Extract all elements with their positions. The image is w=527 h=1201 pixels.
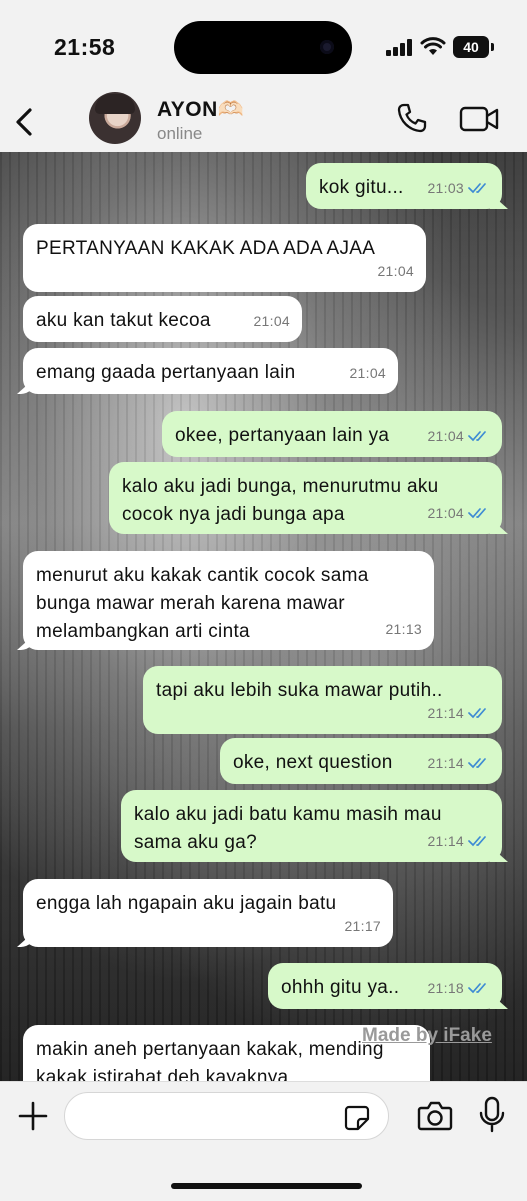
message-time: 21:17: [344, 918, 381, 934]
message-text: aku kan takut kecoa: [36, 310, 211, 331]
read-ticks-icon: [468, 708, 486, 719]
plus-icon[interactable]: [18, 1101, 48, 1131]
wifi-icon: [420, 37, 446, 55]
message-text: oke, next question: [233, 752, 393, 773]
message-time: 21:04: [253, 313, 290, 329]
message-text: kalo aku jadi batu kamu masih mau sama a…: [134, 804, 442, 853]
message-input[interactable]: [64, 1092, 389, 1140]
read-ticks-icon: [468, 431, 486, 442]
message-text: makin aneh pertanyaan kakak, mending kak…: [36, 1039, 384, 1081]
sticker-icon[interactable]: [343, 1104, 371, 1132]
battery-icon: 40: [453, 36, 494, 58]
contact-name[interactable]: AYON🫶🏻: [157, 98, 244, 122]
message-text: okee, pertanyaan lain ya: [175, 425, 390, 446]
message-bubble[interactable]: emang gaada pertanyaan lain 21:04: [23, 348, 398, 394]
home-indicator: [171, 1183, 362, 1189]
message-bubble[interactable]: kalo aku jadi batu kamu masih mau sama a…: [121, 790, 502, 862]
message-text: tapi aku lebih suka mawar putih..: [156, 680, 443, 701]
message-time: 21:18: [427, 980, 464, 996]
input-bar: [0, 1081, 527, 1201]
message-text: kok gitu...: [319, 177, 404, 198]
phone-icon[interactable]: [396, 102, 428, 134]
message-bubble[interactable]: kalo aku jadi bunga, menurutmu aku cocok…: [109, 462, 502, 534]
back-arrow-icon[interactable]: [12, 102, 36, 142]
chat-area[interactable]: kok gitu... 21:03 PERTANYAAN KAKAK ADA A…: [0, 152, 527, 1081]
message-text: engga lah ngapain aku jagain batu: [36, 893, 337, 914]
message-time: 21:04: [427, 505, 464, 521]
message-time: 21:14: [427, 705, 464, 721]
read-ticks-icon: [468, 508, 486, 519]
camera-icon[interactable]: [417, 1100, 453, 1132]
watermark: Made by iFake: [362, 1025, 492, 1046]
message-time: 21:04: [377, 263, 414, 279]
message-bubble[interactable]: oke, next question 21:14: [220, 738, 502, 784]
message-text: PERTANYAAN KAKAK ADA ADA AJAA: [36, 238, 376, 259]
message-bubble[interactable]: kok gitu... 21:03: [306, 163, 502, 209]
message-bubble[interactable]: menurut aku kakak cantik cocok sama bung…: [23, 551, 434, 650]
video-call-icon[interactable]: [459, 106, 499, 132]
chat-header: AYON🫶🏻 online: [0, 92, 527, 152]
message-text: menurut aku kakak cantik cocok sama bung…: [36, 565, 369, 642]
message-bubble[interactable]: PERTANYAAN KAKAK ADA ADA AJAA 21:04: [23, 224, 426, 292]
message-text: emang gaada pertanyaan lain: [36, 362, 296, 383]
message-time: 21:04: [349, 365, 386, 381]
message-text: kalo aku jadi bunga, menurutmu aku cocok…: [122, 476, 439, 525]
message-time: 21:14: [427, 833, 464, 849]
message-time: 21:13: [385, 621, 422, 637]
message-bubble[interactable]: okee, pertanyaan lain ya 21:04: [162, 411, 502, 457]
message-bubble[interactable]: aku kan takut kecoa 21:04: [23, 296, 302, 342]
message-time: 21:03: [427, 180, 464, 196]
message-time: 21:04: [427, 428, 464, 444]
read-ticks-icon: [468, 836, 486, 847]
contact-status: online: [157, 124, 203, 143]
read-ticks-icon: [468, 983, 486, 994]
status-bar: 21:58 40: [0, 0, 527, 92]
clock: 21:58: [54, 34, 116, 60]
message-bubble[interactable]: tapi aku lebih suka mawar putih.. 21:14: [143, 666, 502, 734]
avatar[interactable]: [89, 92, 141, 144]
microphone-icon[interactable]: [478, 1096, 506, 1134]
read-ticks-icon: [468, 183, 486, 194]
signal-icon: [386, 38, 414, 56]
message-time: 21:14: [427, 755, 464, 771]
message-bubble[interactable]: engga lah ngapain aku jagain batu 21:17: [23, 879, 393, 947]
dynamic-island: [174, 21, 352, 74]
message-text: ohhh gitu ya..: [281, 977, 400, 998]
message-bubble[interactable]: ohhh gitu ya.. 21:18: [268, 963, 502, 1009]
read-ticks-icon: [468, 758, 486, 769]
